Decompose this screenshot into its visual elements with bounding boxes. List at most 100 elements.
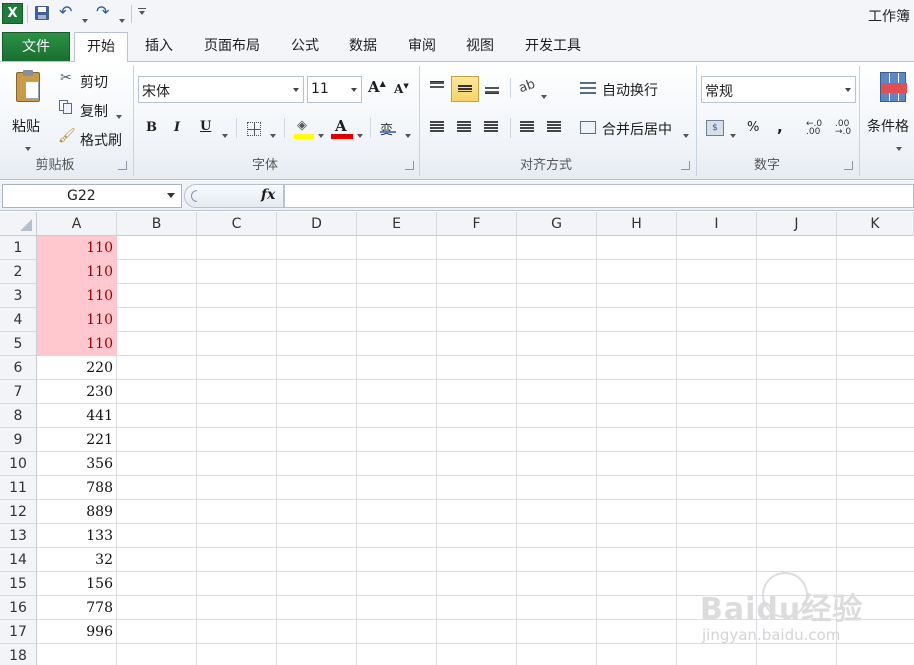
wrap-text-button[interactable]: 自动换行 [580,80,666,100]
align-center-icon[interactable] [457,121,471,133]
paste-button[interactable]: 粘贴 [6,68,50,152]
copy-button[interactable]: 复制 [58,99,128,121]
row-header-12[interactable]: 12 [0,500,37,524]
customize-qat-icon[interactable] [138,8,146,18]
tab-page-layout[interactable]: 页面布局 [195,32,269,62]
row-header-18[interactable]: 18 [0,644,37,665]
paste-dropdown-icon[interactable] [25,147,31,151]
row-header-6[interactable]: 6 [0,356,37,380]
cell-a1[interactable]: 110 [37,236,117,260]
tab-review[interactable]: 审阅 [397,32,447,62]
fill-color-dropdown-icon[interactable] [318,127,324,142]
clipboard-launcher-icon[interactable] [118,161,127,170]
cell-a9[interactable]: 221 [37,428,117,452]
cell-a4[interactable]: 110 [37,308,117,332]
merge-dropdown-icon[interactable] [683,134,689,138]
column-header-j[interactable]: J [757,212,837,236]
cell-a6[interactable]: 220 [37,356,117,380]
font-color-icon[interactable]: A [331,117,353,141]
column-header-a[interactable]: A [37,212,117,236]
format-painter-button[interactable]: 🖌 格式刷 [58,128,130,150]
tab-home[interactable]: 开始 [74,32,128,63]
column-header-d[interactable]: D [277,212,357,236]
worksheet-grid[interactable]: ABCDEFGHIJK 1 2 3 4 5 6 7 8 9 10 11 12 13 14 15 16 17 18 … [0,212,914,665]
number-format-select[interactable]: 常规 [701,76,856,103]
row-header-4[interactable]: 4 [0,308,37,332]
alignment-launcher-icon[interactable] [681,161,690,170]
merge-center-button[interactable]: 合并后居中 [580,119,690,139]
row-header-10[interactable]: 10 [0,452,37,476]
align-middle-button[interactable] [451,76,479,102]
phonetic-dropdown-icon[interactable] [405,127,411,142]
phonetic-guide-icon[interactable]: 变 [380,119,396,138]
accounting-format-icon[interactable]: $ [706,120,724,136]
undo-dropdown-icon[interactable] [82,12,88,27]
column-header-b[interactable]: B [117,212,197,236]
cell-a14[interactable]: 32 [37,548,117,572]
column-header-h[interactable]: H [597,212,677,236]
name-box-dropdown-icon[interactable] [167,193,175,198]
cell-a16[interactable]: 778 [37,596,117,620]
row-header-16[interactable]: 16 [0,596,37,620]
font-size-select[interactable]: 11 [307,76,362,103]
borders-dropdown-icon[interactable] [270,127,276,142]
cell-a17[interactable]: 996 [37,620,117,644]
redo-dropdown-icon[interactable] [119,12,125,27]
increase-font-size-icon[interactable]: A▲ [368,78,386,96]
tab-file[interactable]: 文件 [2,32,70,61]
align-left-icon[interactable] [430,121,444,133]
decrease-font-size-icon[interactable]: A▼ [394,81,409,96]
orientation-dropdown-icon[interactable] [541,88,547,103]
conditional-formatting-button[interactable]: 条件格 [864,68,914,152]
row-header-8[interactable]: 8 [0,404,37,428]
collapse-icon[interactable] [191,190,197,202]
bold-button[interactable]: B [146,120,157,135]
tab-formulas[interactable]: 公式 [280,32,330,62]
row-header-17[interactable]: 17 [0,620,37,644]
tab-developer[interactable]: 开发工具 [513,32,593,62]
save-icon[interactable] [35,6,49,20]
column-header-k[interactable]: K [837,212,914,236]
column-header-g[interactable]: G [517,212,597,236]
decrease-decimal-icon[interactable]: .00 →.0 [835,120,851,137]
increase-decimal-icon[interactable]: ←.0.00 [806,120,822,137]
undo-icon[interactable]: ↶ [59,2,72,21]
percent-style-button[interactable]: % [747,120,759,135]
font-color-dropdown-icon[interactable] [357,127,363,142]
row-header-5[interactable]: 5 [0,332,37,356]
excel-logo-icon[interactable]: X [2,3,23,24]
align-right-icon[interactable] [484,121,498,133]
cell-a12[interactable]: 889 [37,500,117,524]
increase-indent-icon[interactable] [547,121,561,133]
column-header-e[interactable]: E [357,212,437,236]
row-header-2[interactable]: 2 [0,260,37,284]
column-header-i[interactable]: I [677,212,757,236]
row-header-1[interactable]: 1 [0,236,37,260]
comma-style-button[interactable]: , [777,118,783,136]
tab-data[interactable]: 数据 [338,32,388,62]
insert-function-button[interactable]: fx [261,187,275,203]
underline-dropdown-icon[interactable] [222,127,228,142]
row-header-11[interactable]: 11 [0,476,37,500]
cell-a10[interactable]: 356 [37,452,117,476]
row-header-9[interactable]: 9 [0,428,37,452]
underline-button[interactable]: U [200,119,211,134]
row-header-13[interactable]: 13 [0,524,37,548]
tab-view[interactable]: 视图 [455,32,505,62]
cell-a7[interactable]: 230 [37,380,117,404]
formula-input[interactable] [284,184,914,208]
row-header-7[interactable]: 7 [0,380,37,404]
orientation-icon[interactable]: ab [517,77,537,97]
cell-a15[interactable]: 156 [37,572,117,596]
cell-a18[interactable] [37,644,117,665]
cell-a11[interactable]: 788 [37,476,117,500]
copy-dropdown-icon[interactable] [116,108,122,123]
font-name-select[interactable]: 宋体 [138,76,304,103]
cut-button[interactable]: ✂ 剪切 [58,70,128,92]
cell-a3[interactable]: 110 [37,284,117,308]
column-header-c[interactable]: C [197,212,277,236]
row-header-15[interactable]: 15 [0,572,37,596]
accounting-dropdown-icon[interactable] [730,127,736,142]
name-box[interactable]: G22 [2,184,182,208]
cell-a8[interactable]: 441 [37,404,117,428]
